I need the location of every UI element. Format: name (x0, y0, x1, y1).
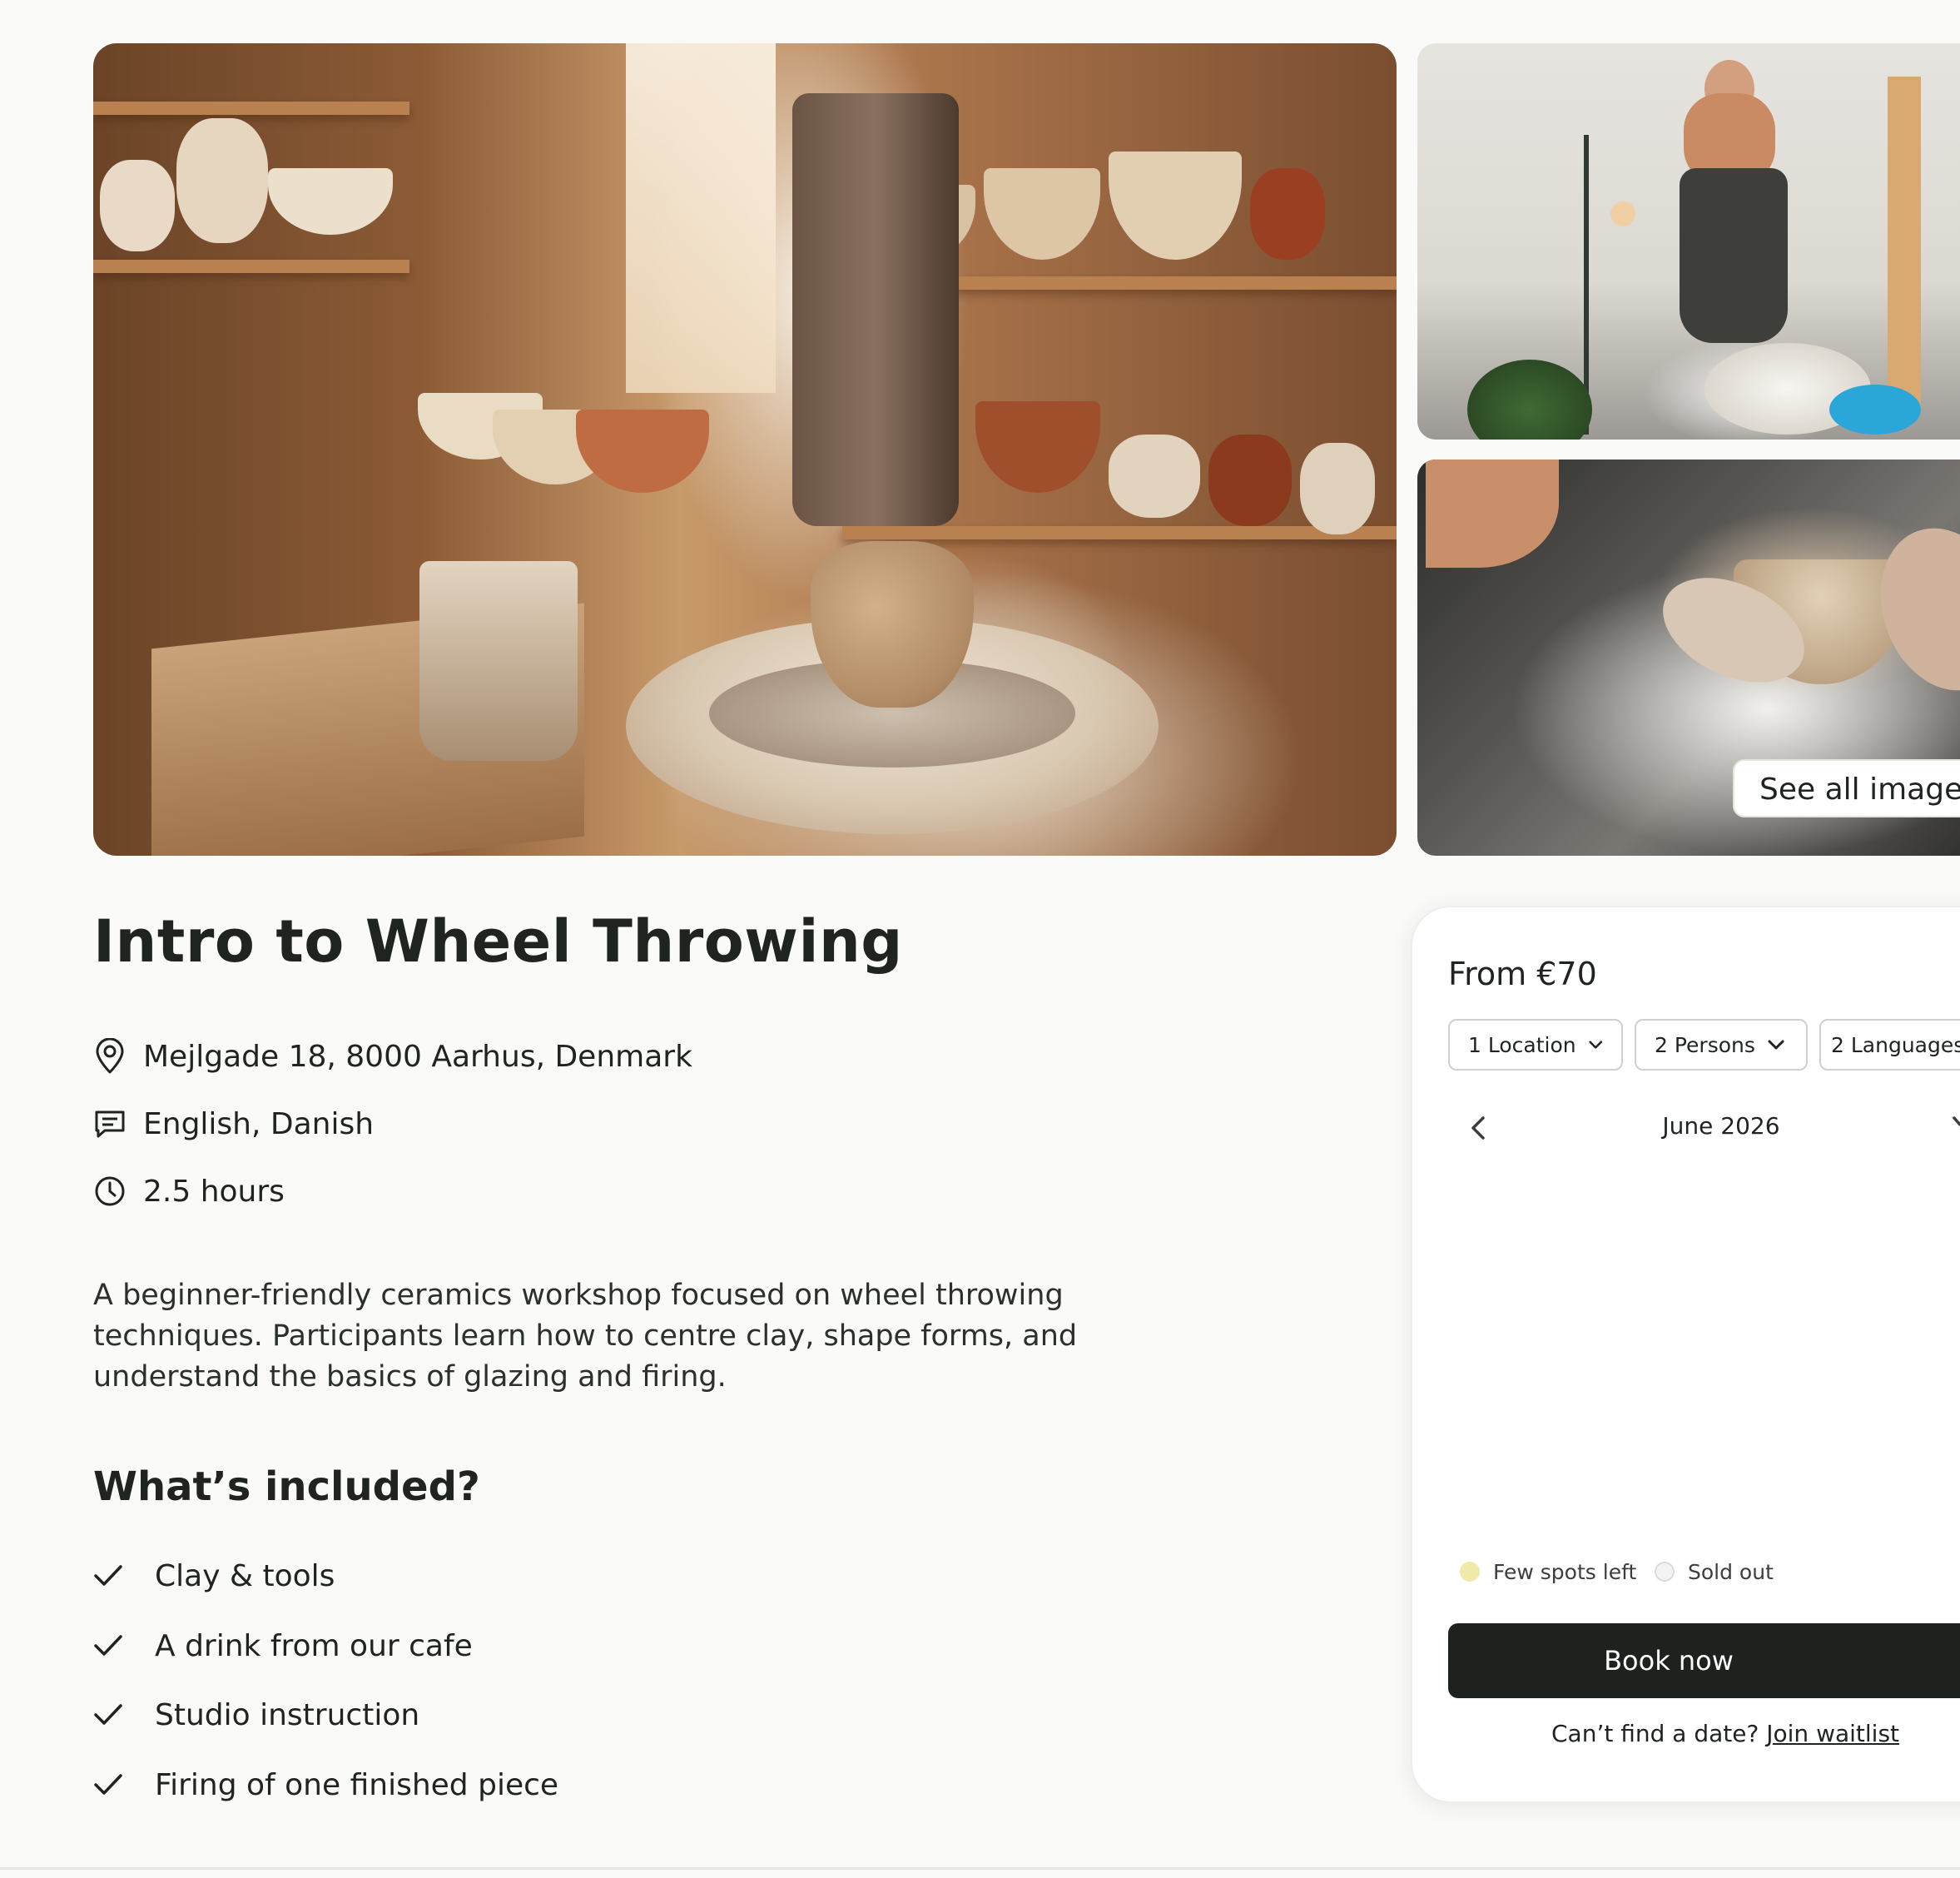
calendar-month-label: June 2026 (1662, 1112, 1780, 1140)
included-item-label: Studio instruction (155, 1697, 420, 1732)
hero-shelf (842, 526, 1397, 539)
chevron-down-icon (1588, 1041, 1602, 1049)
page-divider (0, 1867, 1960, 1870)
gallery-image-instructor[interactable] (1417, 43, 1960, 440)
included-item: A drink from our cafe (93, 1625, 473, 1667)
chat-bubble-icon (95, 1110, 125, 1138)
see-all-images-button[interactable]: See all images (1733, 759, 1960, 817)
waitlist-prompt-text: Can’t find a date? (1551, 1720, 1759, 1747)
hero-mug (1109, 435, 1200, 518)
lamp-bulb (1610, 201, 1635, 226)
hero-shelf (93, 102, 409, 115)
location-filter-label: 1 Location (1468, 1032, 1576, 1057)
price-label: From €70 (1448, 956, 1597, 992)
chevron-down-icon (1768, 1040, 1784, 1050)
hero-window (626, 43, 776, 393)
hero-mug (1250, 168, 1325, 260)
included-item-label: Firing of one finished piece (155, 1767, 559, 1802)
duration-text: 2.5 hours (143, 1174, 285, 1209)
hero-bowl (984, 168, 1100, 260)
book-now-button[interactable]: Book now (1448, 1623, 1960, 1698)
hero-shelf (93, 260, 409, 273)
few-spots-label: Few spots left (1493, 1559, 1637, 1584)
hero-mug (1300, 443, 1375, 534)
hero-bucket (419, 561, 578, 761)
check-icon (94, 1704, 122, 1725)
hero-apron (792, 93, 959, 526)
join-waitlist-link[interactable]: Join waitlist (1766, 1720, 1899, 1747)
location-pin-icon (96, 1038, 124, 1074)
included-item-label: Clay & tools (155, 1558, 335, 1593)
few-spots-dot (1460, 1562, 1480, 1582)
languages-filter-dropdown[interactable]: 2 Languages (1819, 1019, 1960, 1071)
hero-mug (1208, 435, 1292, 526)
water-basin (1829, 385, 1921, 435)
included-item: Studio instruction (93, 1694, 419, 1736)
hero-bowl (1109, 152, 1242, 260)
address-text: Mejlgade 18, 8000 Aarhus, Denmark (143, 1039, 692, 1074)
experience-page: See all images Intro to Wheel Throwing M… (0, 0, 1960, 1878)
sold-out-label: Sold out (1688, 1559, 1774, 1584)
hero-vase (811, 541, 974, 708)
hero-pot (176, 118, 268, 243)
languages-row: English, Danish (93, 1103, 374, 1145)
persons-filter-dropdown[interactable]: 2 Persons (1635, 1019, 1808, 1071)
duration-row: 2.5 hours (93, 1170, 285, 1212)
arm (1426, 460, 1559, 568)
wooden-shelf (1888, 77, 1921, 410)
included-item-label: A drink from our cafe (155, 1628, 473, 1663)
hero-bowl (576, 410, 709, 493)
check-icon (94, 1565, 122, 1586)
location-filter-dropdown[interactable]: 1 Location (1448, 1019, 1623, 1071)
experience-title: Intro to Wheel Throwing (93, 907, 903, 976)
address-row: Mejlgade 18, 8000 Aarhus, Denmark (93, 1036, 692, 1077)
experience-description: A beginner-friendly ceramics workshop fo… (93, 1279, 1078, 1394)
chevron-left-icon (1471, 1116, 1485, 1140)
hero-image-pottery-studio[interactable] (93, 43, 1397, 856)
included-item: Firing of one finished piece (93, 1764, 558, 1806)
plant (1467, 360, 1592, 440)
included-item: Clay & tools (93, 1555, 335, 1597)
clock-icon (95, 1176, 125, 1206)
check-icon (94, 1774, 122, 1795)
hero-bowl (268, 168, 393, 235)
sold-out-dot (1655, 1562, 1675, 1582)
legend-few-spots: Few spots left (1460, 1557, 1636, 1587)
legend-sold-out: Sold out (1655, 1557, 1774, 1587)
languages-filter-label: 2 Languages (1831, 1032, 1960, 1057)
included-heading: What’s included? (93, 1463, 480, 1510)
languages-text: English, Danish (143, 1106, 375, 1141)
waitlist-prompt: Can’t find a date? Join waitlist (1551, 1720, 1899, 1747)
check-icon (94, 1635, 122, 1656)
hero-bowl (975, 401, 1100, 493)
persons-filter-label: 2 Persons (1655, 1032, 1755, 1057)
hero-pot (100, 160, 175, 251)
prev-month-button[interactable] (1466, 1107, 1490, 1149)
next-month-button[interactable] (1953, 1107, 1960, 1149)
chevron-right-icon (1953, 1116, 1960, 1126)
person-apron (1680, 168, 1788, 343)
